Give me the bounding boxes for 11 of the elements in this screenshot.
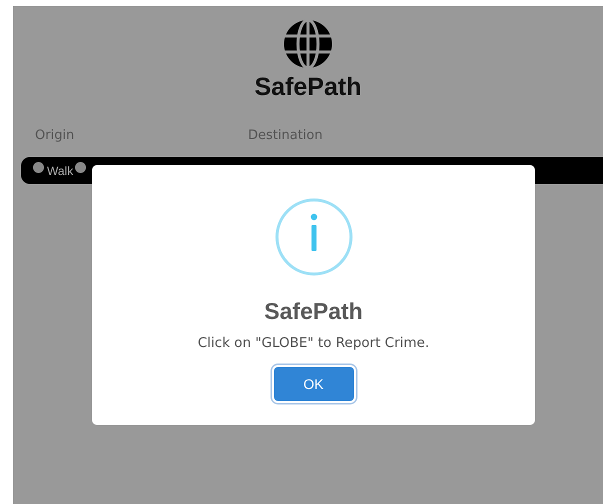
radio-button[interactable]: [75, 162, 86, 173]
mode-label: Walk: [47, 164, 74, 178]
field-label: Destination: [248, 128, 324, 143]
ok-button[interactable]: OK: [274, 367, 354, 401]
app-title: SafePath: [254, 73, 362, 102]
field-label: Origin: [35, 128, 76, 143]
dialog-message: Click on "GLOBE" to Report Crime.: [198, 335, 430, 351]
dialog-title: SafePath: [264, 298, 363, 325]
radio-button[interactable]: [33, 162, 44, 173]
info-icon: [274, 198, 352, 276]
globe-icon[interactable]: [282, 19, 334, 69]
